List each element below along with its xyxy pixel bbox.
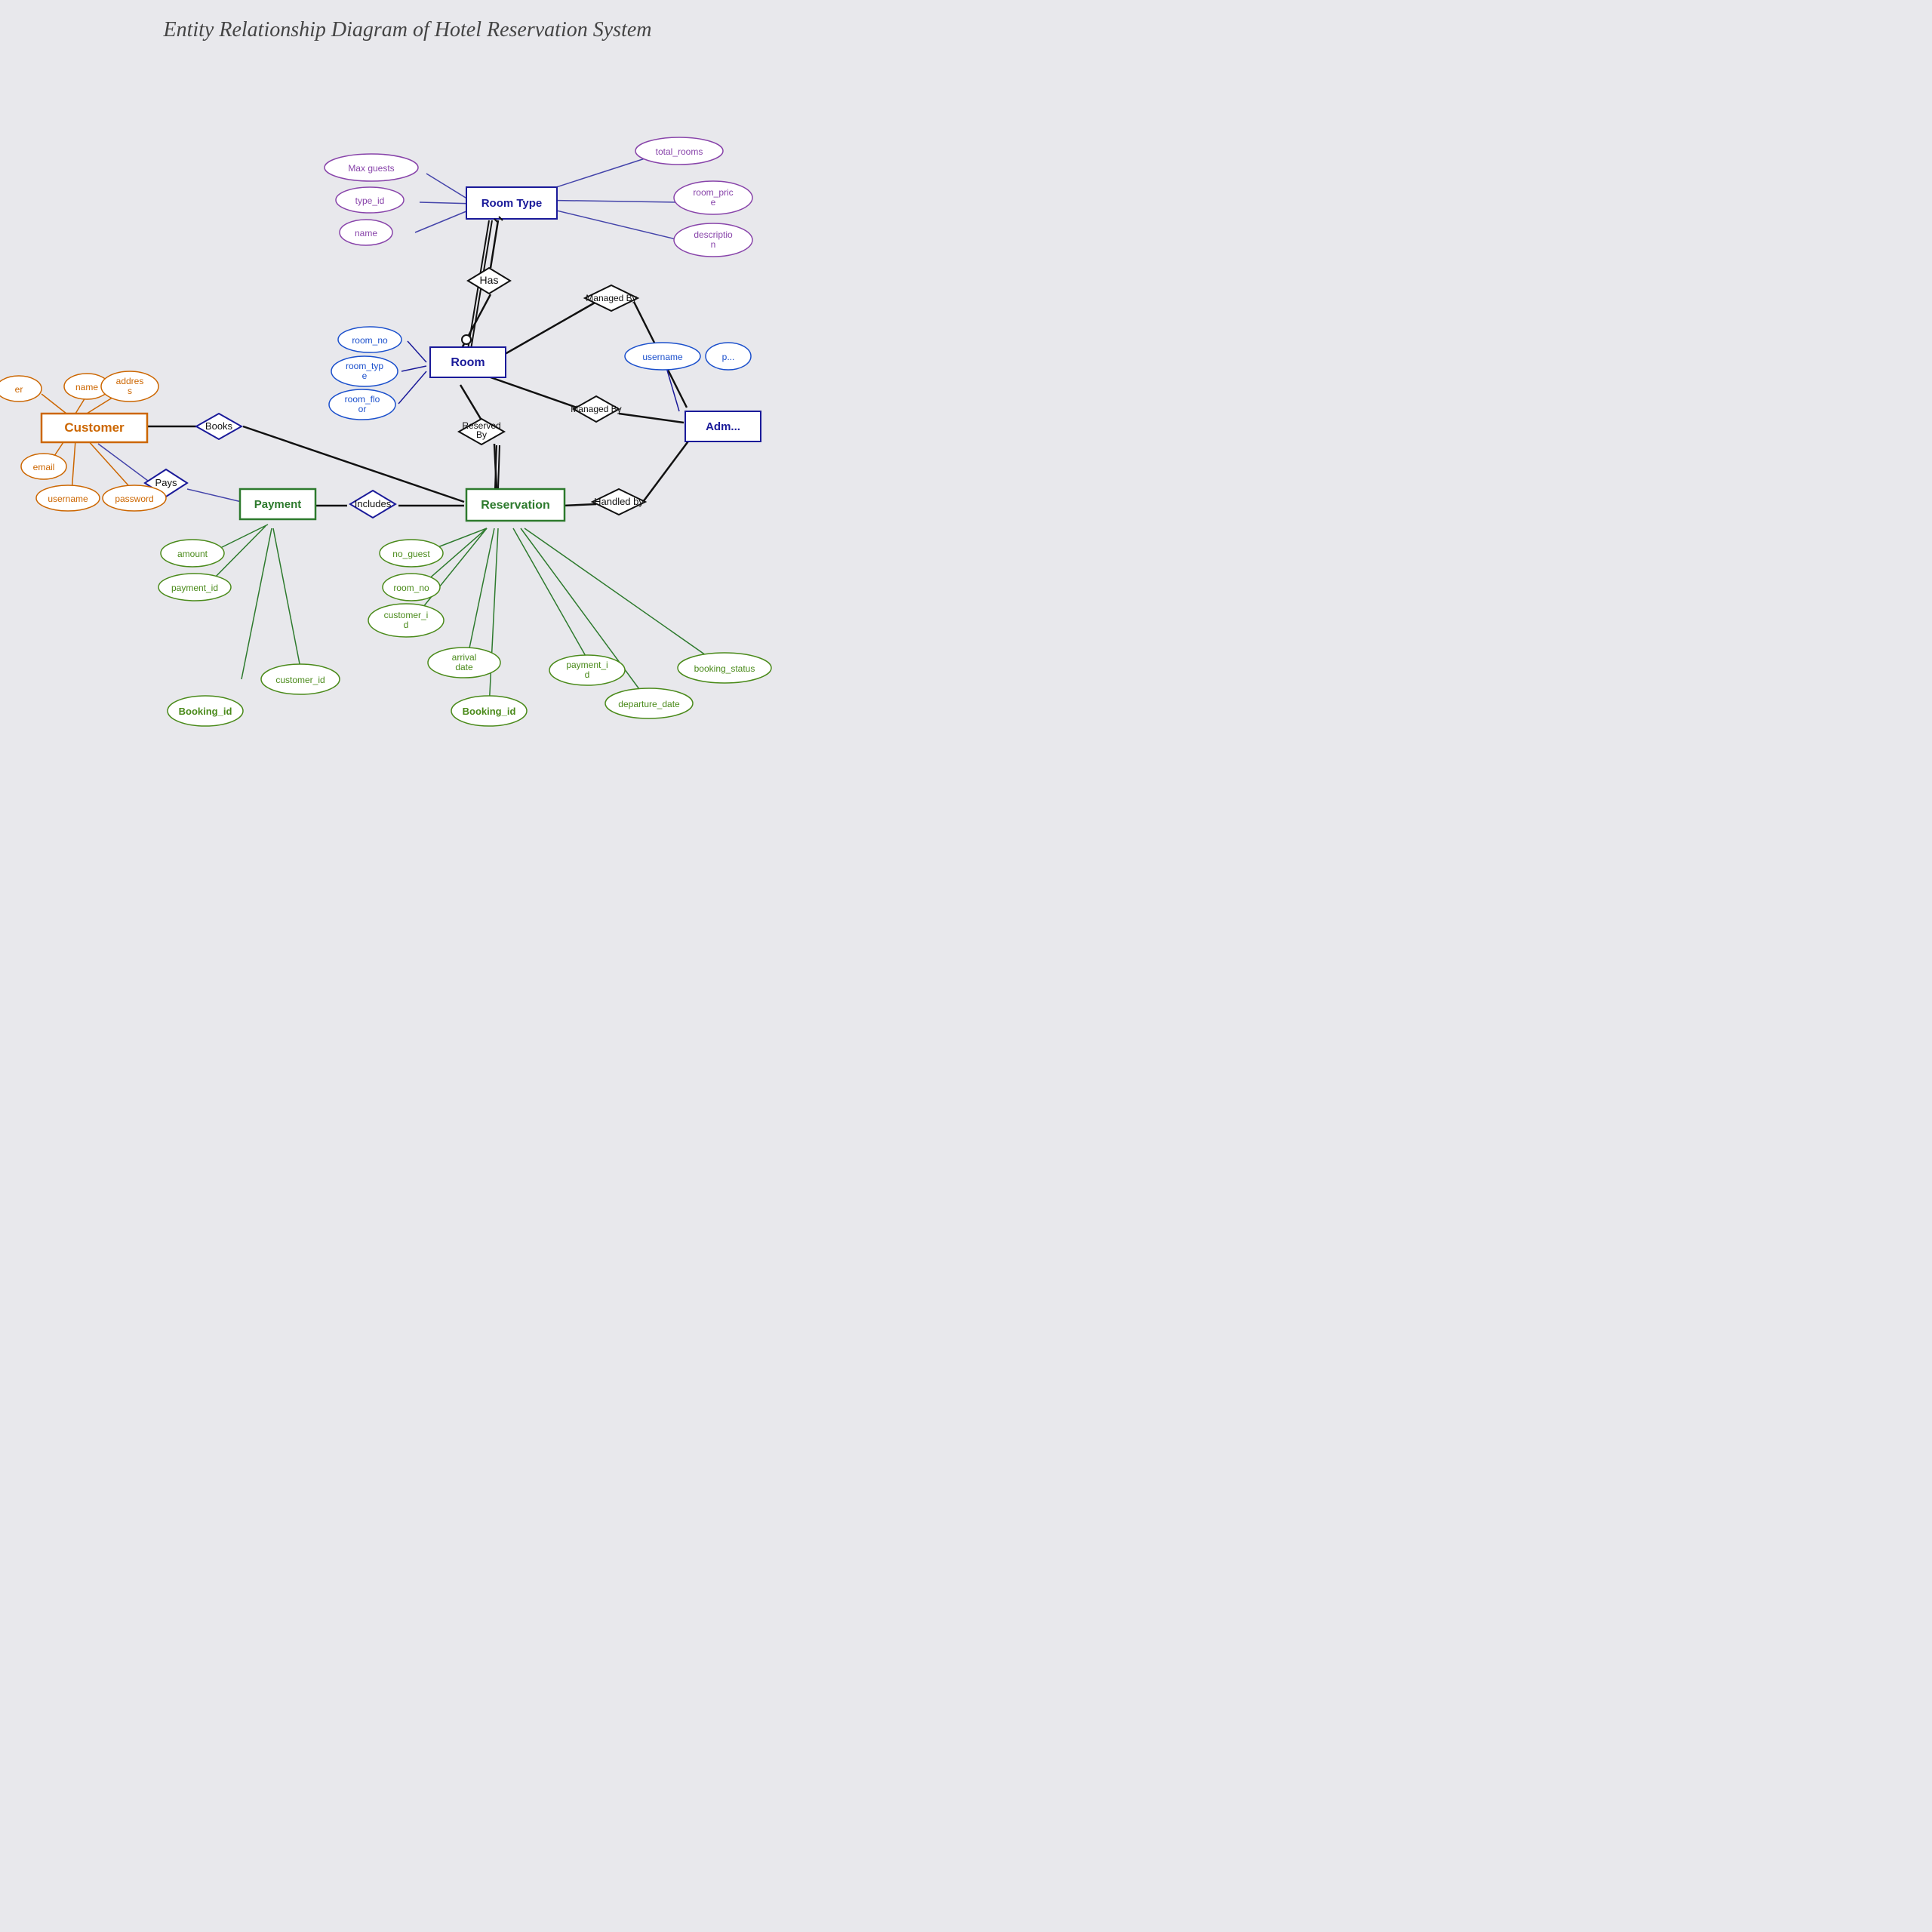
svg-text:username: username: [642, 352, 683, 362]
svg-text:Managed By: Managed By: [586, 293, 636, 303]
svg-text:booking_status: booking_status: [694, 663, 755, 674]
svg-text:room_no: room_no: [393, 583, 429, 593]
svg-text:Books: Books: [205, 420, 233, 432]
diagram-container: Entity Relationship Diagram of Hotel Res…: [0, 0, 815, 815]
svg-text:n: n: [711, 239, 716, 250]
svg-text:Managed By: Managed By: [571, 404, 621, 414]
svg-text:By: By: [476, 429, 487, 440]
diagram-title: Entity Relationship Diagram of Hotel Res…: [162, 18, 651, 42]
svg-text:password: password: [115, 494, 153, 504]
svg-text:e: e: [362, 371, 368, 381]
svg-text:username: username: [48, 494, 88, 504]
svg-text:Pays: Pays: [155, 477, 177, 488]
svg-text:Reservation: Reservation: [481, 499, 550, 512]
svg-text:room_no: room_no: [352, 335, 388, 346]
svg-text:name: name: [355, 228, 377, 238]
svg-text:customer_id: customer_id: [275, 675, 325, 685]
svg-text:type_id: type_id: [355, 195, 385, 206]
svg-text:e: e: [711, 197, 716, 208]
svg-text:departure_date: departure_date: [618, 699, 680, 709]
svg-text:date: date: [455, 662, 473, 672]
svg-text:Booking_id: Booking_id: [463, 706, 516, 717]
svg-text:Has: Has: [480, 274, 499, 286]
svg-text:payment_i: payment_i: [566, 660, 608, 670]
svg-text:room_pric: room_pric: [693, 187, 733, 198]
svg-text:room_typ: room_typ: [346, 361, 383, 371]
svg-text:payment_id: payment_id: [171, 583, 218, 593]
svg-text:total_rooms: total_rooms: [656, 146, 703, 157]
svg-text:s: s: [128, 386, 132, 396]
svg-text:Room: Room: [451, 356, 485, 369]
svg-text:Room Type: Room Type: [481, 197, 543, 210]
svg-text:descriptio: descriptio: [694, 229, 733, 240]
svg-text:room_flo: room_flo: [345, 394, 380, 405]
svg-text:email: email: [33, 462, 55, 472]
svg-text:addres: addres: [116, 376, 144, 386]
svg-text:amount: amount: [177, 549, 208, 559]
svg-text:er: er: [15, 384, 23, 395]
svg-text:arrival: arrival: [452, 652, 477, 663]
svg-text:Booking_id: Booking_id: [179, 706, 232, 717]
svg-text:customer_i: customer_i: [384, 610, 429, 620]
svg-text:Handled by: Handled by: [594, 496, 644, 507]
svg-text:Payment: Payment: [254, 498, 302, 511]
svg-text:name: name: [75, 382, 98, 392]
svg-text:Adm...: Adm...: [706, 420, 740, 433]
svg-text:or: or: [358, 404, 367, 414]
svg-text:p...: p...: [722, 352, 735, 362]
svg-text:no_guest: no_guest: [392, 549, 430, 559]
svg-text:Includes: Includes: [355, 498, 392, 509]
svg-text:Customer: Customer: [64, 420, 125, 435]
svg-text:d: d: [585, 669, 590, 680]
svg-text:d: d: [404, 620, 409, 630]
svg-text:Max guests: Max guests: [348, 163, 394, 174]
